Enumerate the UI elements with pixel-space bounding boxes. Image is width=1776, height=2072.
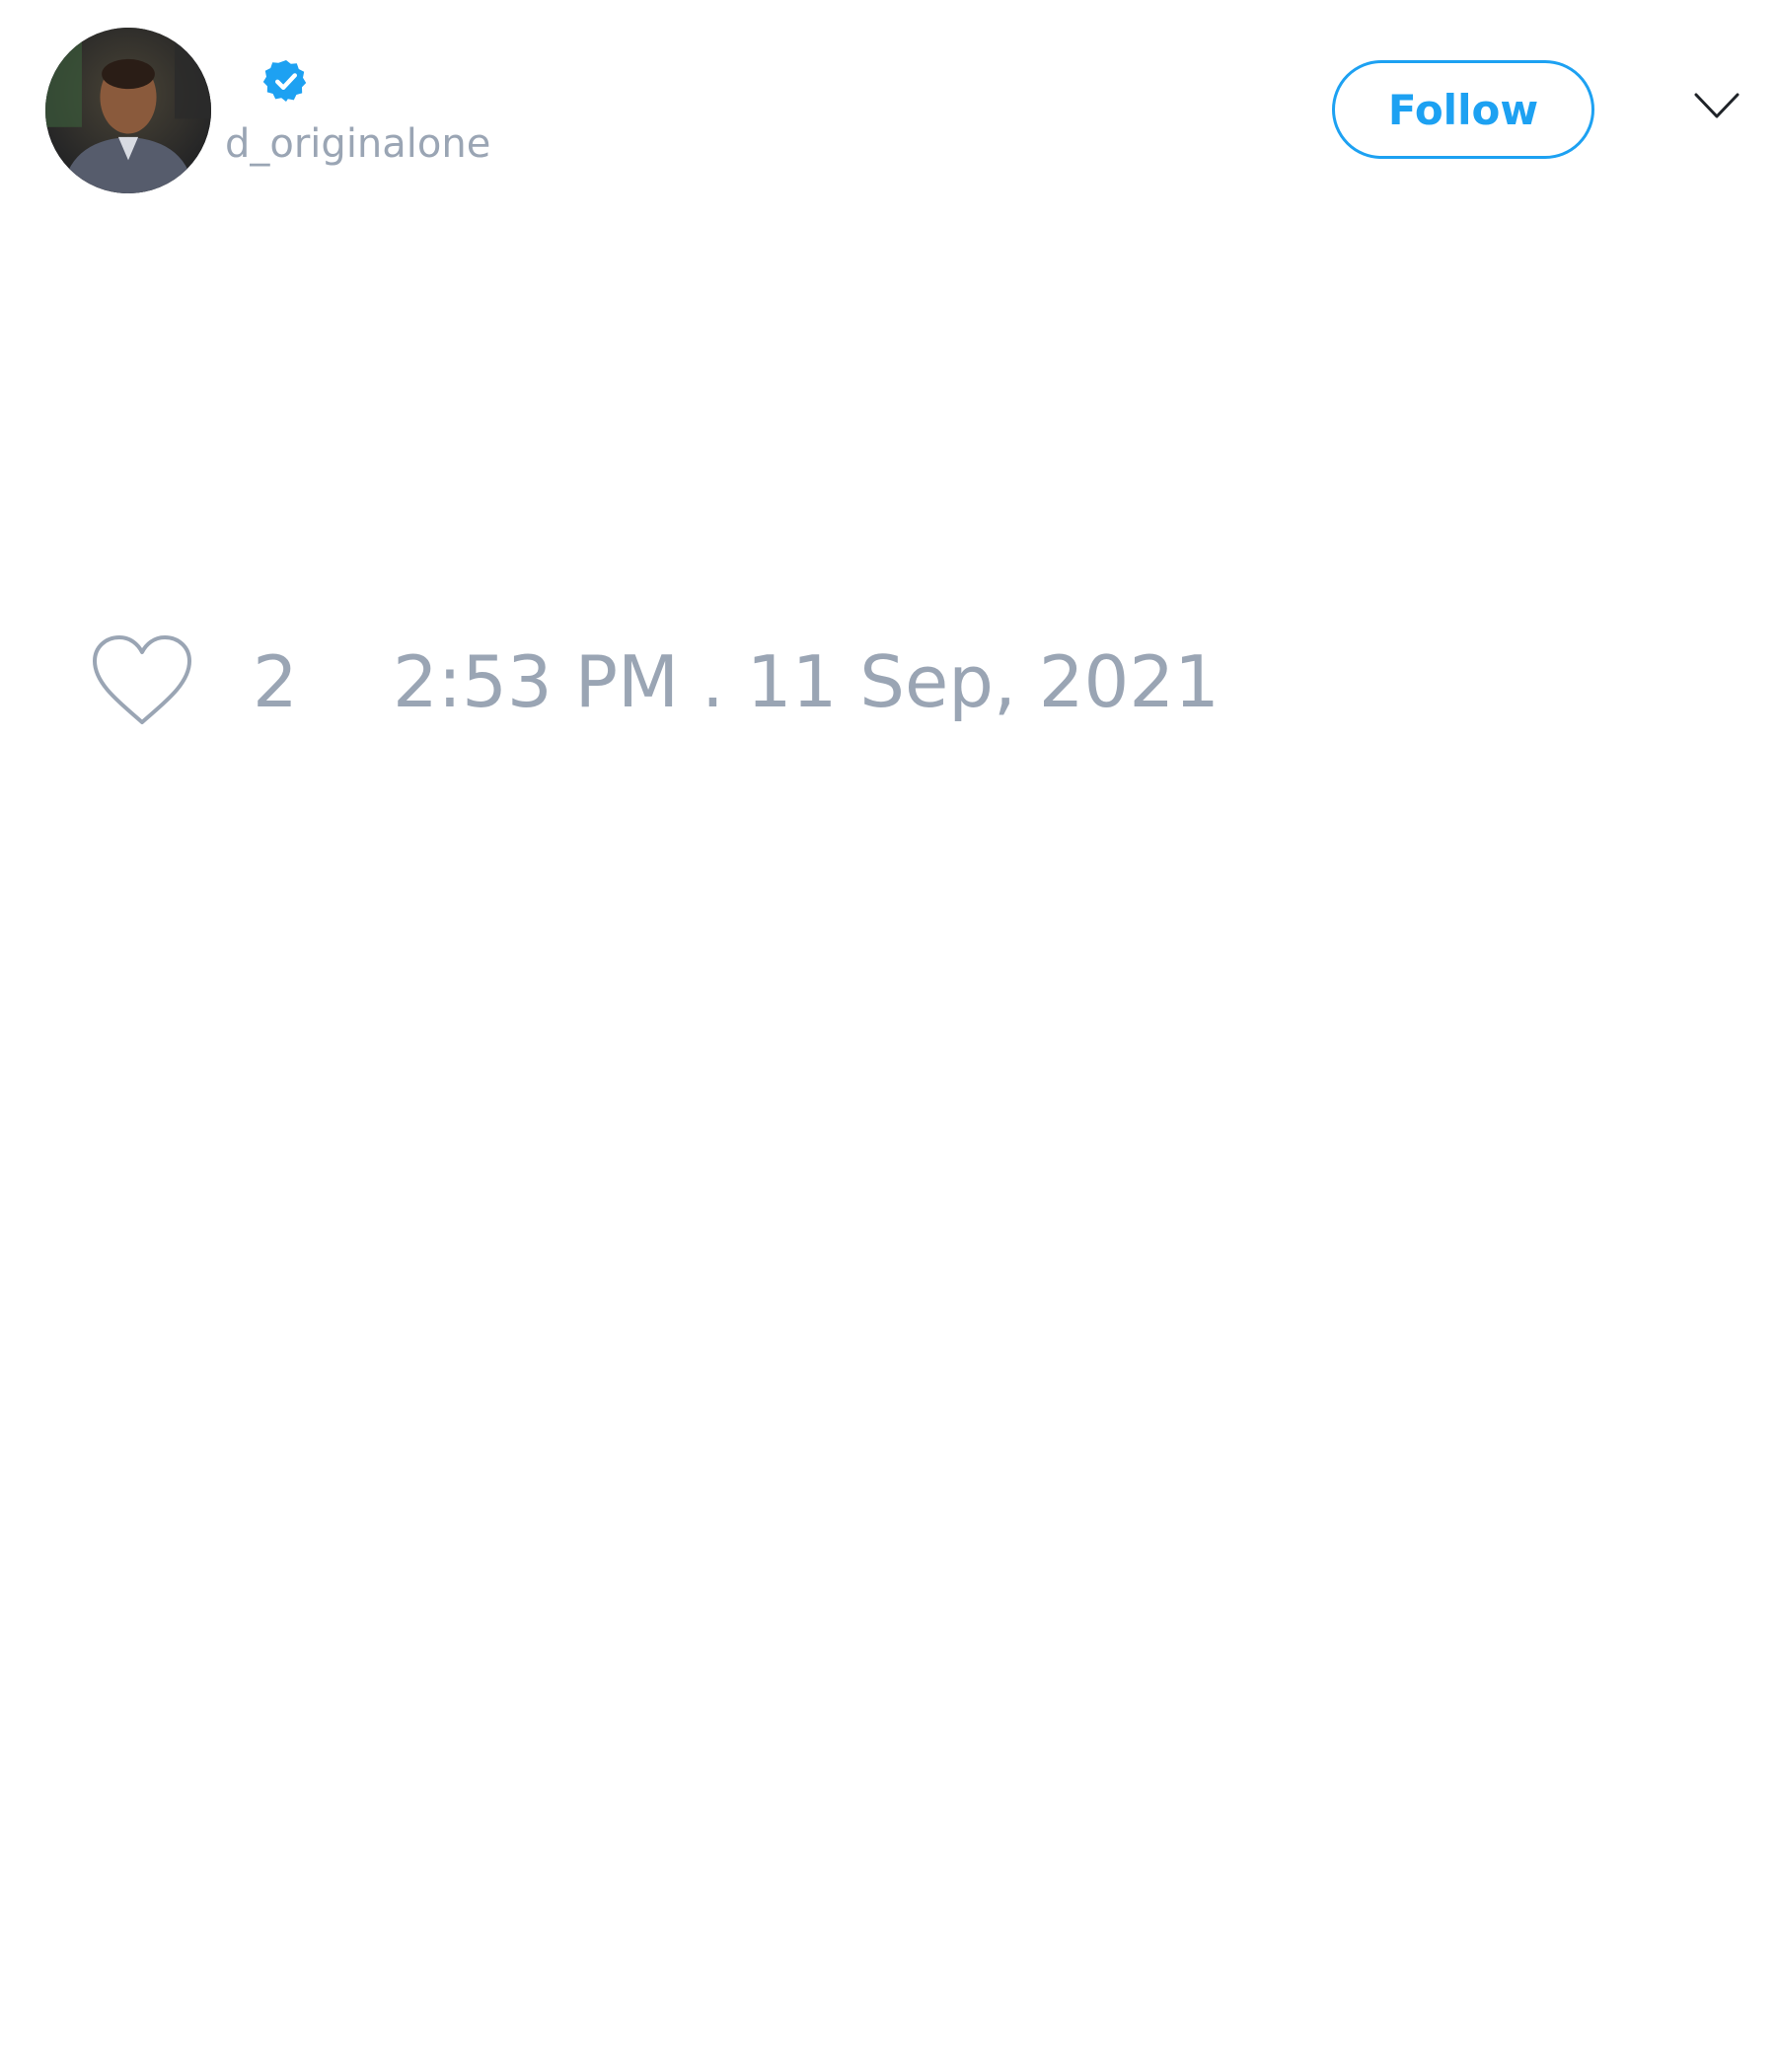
- follow-button[interactable]: Follow: [1332, 60, 1594, 159]
- like-count: 2: [253, 640, 298, 723]
- avatar[interactable]: [45, 28, 211, 193]
- verified-badge-icon: [262, 57, 310, 105]
- avatar-photo: [45, 28, 211, 193]
- chevron-down-icon[interactable]: [1693, 91, 1740, 120]
- tweet-timestamp[interactable]: 2:53 PM . 11 Sep, 2021: [393, 646, 1220, 717]
- user-handle[interactable]: d_originalone: [225, 124, 490, 164]
- heart-icon[interactable]: [89, 633, 195, 728]
